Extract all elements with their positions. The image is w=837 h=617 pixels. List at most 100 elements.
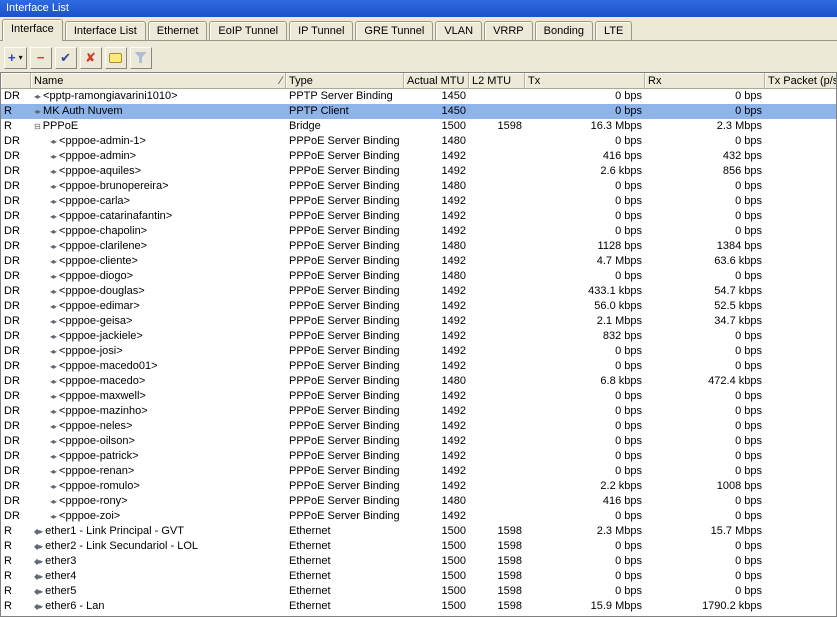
column-header-type[interactable]: Type bbox=[286, 73, 404, 88]
table-row[interactable]: DR ◂▸ <pppoe-admin-1> PPPoE Server Binding 1… bbox=[1, 134, 836, 149]
ppp-interface-icon: ◂▸ bbox=[50, 317, 57, 326]
table-row[interactable]: DR ◂▸ <pppoe-zoi> PPPoE Server Binding 1492 0… bbox=[1, 509, 836, 524]
table-row[interactable]: DR ◂▸ <pppoe-josi> PPPoE Server Binding 1492… bbox=[1, 344, 836, 359]
interface-name-cell: ◂▸ <pppoe-renan> bbox=[31, 464, 286, 479]
table-row[interactable]: DR ◂▸ <pppoe-chapolin> PPPoE Server Binding… bbox=[1, 224, 836, 239]
flags-cell: DR bbox=[4, 195, 20, 207]
table-row[interactable]: DR ◂▸ <pppoe-douglas> PPPoE Server Binding 1… bbox=[1, 284, 836, 299]
table-row[interactable]: R ◆▸ ether5 Ethernet 1500 1598 0 bps 0 bps bbox=[1, 584, 836, 599]
flags-cell: DR bbox=[4, 165, 20, 177]
table-row[interactable]: DR ◂▸ <pppoe-neles> PPPoE Server Binding 149… bbox=[1, 419, 836, 434]
tab-eoip-tunnel[interactable]: EoIP Tunnel bbox=[209, 21, 288, 40]
interface-name: <pptp-ramongiavarini1010> bbox=[43, 90, 178, 102]
table-row[interactable]: DR ◂▸ <pppoe-diogo> PPPoE Server Binding 148… bbox=[1, 269, 836, 284]
flags-cell: DR bbox=[4, 300, 20, 312]
tab-vrrp[interactable]: VRRP bbox=[484, 21, 533, 40]
tx_packet-cell bbox=[765, 104, 836, 119]
ppp-interface-icon: ◂▸ bbox=[50, 497, 57, 506]
column-header-tx[interactable]: Tx bbox=[525, 73, 645, 88]
rx-cell: 0 bps bbox=[735, 180, 762, 192]
tx-cell: 0 bps bbox=[615, 465, 642, 477]
tab-lte[interactable]: LTE bbox=[595, 21, 633, 40]
actual_mtu-cell: 1480 bbox=[441, 180, 466, 192]
column-header-tx_packet[interactable]: Tx Packet (p/s bbox=[765, 73, 836, 88]
tab-interface[interactable]: Interface bbox=[2, 19, 63, 41]
table-row[interactable]: DR ◂▸ <pppoe-romulo> PPPoE Server Binding 14… bbox=[1, 479, 836, 494]
table-row[interactable]: R ⊟ PPPoE Bridge 1500 1598 16.3 Mbps 2.3 Mbps bbox=[1, 119, 836, 134]
interface-name: <pppoe-mazinho> bbox=[59, 405, 148, 417]
tx_packet-cell bbox=[765, 494, 836, 509]
flags-cell: R bbox=[4, 600, 12, 612]
table-row[interactable]: DR ◂▸ <pppoe-oilson> PPPoE Server Binding 14… bbox=[1, 434, 836, 449]
actual_mtu-cell: 1492 bbox=[441, 210, 466, 222]
ppp-interface-icon: ◂▸ bbox=[50, 452, 57, 461]
tx_packet-cell bbox=[765, 329, 836, 344]
window-title: Interface List bbox=[6, 2, 69, 14]
interface-name-cell: ◂▸ <pppoe-carla> bbox=[31, 194, 286, 209]
flags-cell: DR bbox=[4, 240, 20, 252]
table-row[interactable]: R ◆▸ ether1 - Link Principal - GVT Ethernet… bbox=[1, 524, 836, 539]
tab-ethernet[interactable]: Ethernet bbox=[147, 21, 208, 40]
table-row[interactable]: DR ◂▸ <pppoe-brunopereira> PPPoE Server Bin… bbox=[1, 179, 836, 194]
tx-cell: 1128 bps bbox=[597, 240, 642, 252]
interface-name: <pppoe-diogo> bbox=[59, 270, 134, 282]
interface-name-cell: ◂▸ <pppoe-zoi> bbox=[31, 509, 286, 524]
table-row[interactable]: R ◆▸ ether6 - Lan Ethernet 1500 1598 15.9 Mbps… bbox=[1, 599, 836, 614]
flags-cell: DR bbox=[4, 435, 20, 447]
tab-ip-tunnel[interactable]: IP Tunnel bbox=[289, 21, 354, 40]
tx_packet-cell bbox=[765, 194, 836, 209]
table-row[interactable]: DR ◂▸ <pppoe-carla> PPPoE Server Binding 149… bbox=[1, 194, 836, 209]
ppp-interface-icon: ◂▸ bbox=[50, 362, 57, 371]
table-row[interactable]: DR ◂▸ <pppoe-rony> PPPoE Server Binding 1480… bbox=[1, 494, 836, 509]
add-button[interactable]: + ▾ bbox=[4, 46, 27, 69]
enable-button[interactable]: ✔ bbox=[54, 46, 77, 69]
table-row[interactable]: DR ◂▸ <pppoe-aquiles> PPPoE Server Binding 1… bbox=[1, 164, 836, 179]
table-row[interactable]: R ◆▸ ether3 Ethernet 1500 1598 0 bps 0 bps bbox=[1, 554, 836, 569]
ppp-interface-icon: ◂▸ bbox=[50, 227, 57, 236]
table-row[interactable]: DR ◂▸ <pppoe-admin> PPPoE Server Binding 149… bbox=[1, 149, 836, 164]
interface-name-cell: ◂▸ <pptp-ramongiavarini1010> bbox=[31, 89, 286, 104]
flags-cell: DR bbox=[4, 135, 20, 147]
table-row[interactable]: DR ◂▸ <pppoe-macedo01> PPPoE Server Binding… bbox=[1, 359, 836, 374]
column-header-flags[interactable] bbox=[1, 73, 31, 88]
interface-name: <pppoe-aquiles> bbox=[59, 165, 141, 177]
column-header-actual_mtu[interactable]: Actual MTU bbox=[404, 73, 469, 88]
table-row[interactable]: DR ◂▸ <pppoe-jackiele> PPPoE Server Binding… bbox=[1, 329, 836, 344]
tx-cell: 0 bps bbox=[615, 405, 642, 417]
table-row[interactable]: DR ◂▸ <pppoe-edimar> PPPoE Server Binding 14… bbox=[1, 299, 836, 314]
column-header-name[interactable]: Name ∕ bbox=[31, 73, 286, 88]
ppp-interface-icon: ◂▸ bbox=[50, 512, 57, 521]
table-row[interactable]: DR ◂▸ <pppoe-maxwell> PPPoE Server Binding 1… bbox=[1, 389, 836, 404]
table-row[interactable]: DR ◂▸ <pppoe-macedo> PPPoE Server Binding 14… bbox=[1, 374, 836, 389]
column-header-rx[interactable]: Rx bbox=[645, 73, 765, 88]
interface-name-cell: ◂▸ <pppoe-aquiles> bbox=[31, 164, 286, 179]
table-row[interactable]: R ◂▸ MK Auth Nuvem PPTP Client 1450 0 bps 0 bp… bbox=[1, 104, 836, 119]
table-row[interactable]: DR ◂▸ <pppoe-geisa> PPPoE Server Binding 149… bbox=[1, 314, 836, 329]
table-row[interactable]: R ◆▸ ether4 Ethernet 1500 1598 0 bps 0 bps bbox=[1, 569, 836, 584]
table-row[interactable]: DR ◂▸ <pptp-ramongiavarini1010> PPTP Server… bbox=[1, 89, 836, 104]
table-row[interactable]: R ◆▸ ether2 - Link Secundariol - LOL Ethern… bbox=[1, 539, 836, 554]
table-row[interactable]: DR ◂▸ <pppoe-patrick> PPPoE Server Binding 1… bbox=[1, 449, 836, 464]
tx-cell: 15.9 Mbps bbox=[590, 600, 642, 612]
tab-gre-tunnel[interactable]: GRE Tunnel bbox=[355, 21, 434, 40]
tab-interface-list[interactable]: Interface List bbox=[64, 21, 146, 40]
column-label: Tx bbox=[528, 74, 541, 87]
remove-button[interactable]: − bbox=[29, 46, 52, 69]
tx_packet-cell bbox=[765, 599, 836, 614]
filter-button[interactable] bbox=[129, 46, 152, 69]
rx-cell: 0 bps bbox=[735, 345, 762, 357]
table-row[interactable]: DR ◂▸ <pppoe-clarilene> PPPoE Server Bindin… bbox=[1, 239, 836, 254]
comment-button[interactable] bbox=[104, 46, 127, 69]
disable-button[interactable]: ✘ bbox=[79, 46, 102, 69]
tab-vlan[interactable]: VLAN bbox=[435, 21, 483, 40]
window-titlebar[interactable]: Interface List bbox=[0, 0, 837, 17]
tab-bonding[interactable]: Bonding bbox=[534, 21, 594, 40]
interface-name: ether6 - Lan bbox=[45, 600, 105, 612]
table-row[interactable]: DR ◂▸ <pppoe-renan> PPPoE Server Binding 149… bbox=[1, 464, 836, 479]
table-row[interactable]: DR ◂▸ <pppoe-cliente> PPPoE Server Binding 1… bbox=[1, 254, 836, 269]
table-row[interactable]: DR ◂▸ <pppoe-mazinho> PPPoE Server Binding 1… bbox=[1, 404, 836, 419]
tx_packet-cell bbox=[765, 209, 836, 224]
column-header-l2_mtu[interactable]: L2 MTU bbox=[469, 73, 525, 88]
table-row[interactable]: DR ◂▸ <pppoe-catarinafantin> PPPoE Server B… bbox=[1, 209, 836, 224]
ppp-interface-icon: ◂▸ bbox=[50, 242, 57, 251]
